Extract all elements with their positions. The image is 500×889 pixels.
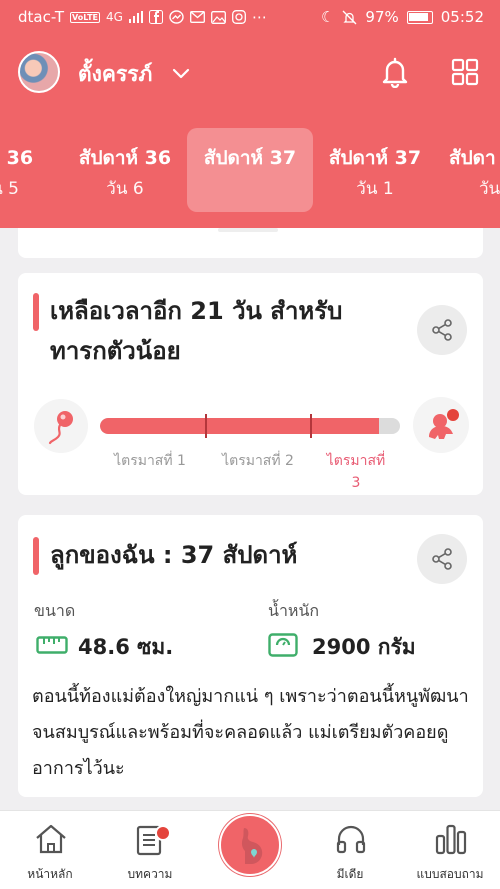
nav-articles[interactable]: บทความ <box>100 811 200 889</box>
countdown-title-line1: เหลือเวลาอีก 21 วัน สำหรับ <box>50 297 343 325</box>
weight-value: 2900 กรัม <box>312 635 416 659</box>
conception-icon <box>34 399 88 453</box>
chevron-down-icon[interactable] <box>170 62 192 84</box>
nav-media[interactable]: มีเดีย <box>300 811 400 889</box>
top-bar: ตั้งครรภ์ <box>0 44 500 100</box>
size-value: 48.6 ซม. <box>78 635 174 659</box>
grid-menu-icon[interactable] <box>451 58 479 86</box>
nav-home-label: หน้าหลัก <box>27 867 73 881</box>
ruler-icon <box>36 636 68 654</box>
nav-survey-label: แบบสอบถาม <box>416 867 484 881</box>
battery-percent: 97% <box>365 8 399 26</box>
volte-icon: VoLTE <box>70 11 100 23</box>
headphones-icon <box>336 825 366 854</box>
mail-icon <box>189 11 205 23</box>
trimester-3-label-number: 3 <box>351 475 361 491</box>
clock: 05:52 <box>440 8 484 26</box>
share-icon <box>432 319 452 341</box>
tab-week-36-day-6[interactable]: สัปดาห์ 36 วัน 6 <box>62 128 188 212</box>
bell-icon[interactable] <box>380 56 410 88</box>
nav-articles-label: บทความ <box>127 867 173 881</box>
pregnancy-progress-fill <box>100 418 379 434</box>
tab-week-36-day-5[interactable]: าห์ 36 น 5 <box>0 128 68 212</box>
instagram-icon <box>231 10 246 24</box>
baby-info-card: ลูกของฉัน : 37 สัปดาห์ ขนาด 48.6 ซม. น้ำ… <box>18 515 483 797</box>
size-label: ขนาด <box>34 601 76 620</box>
tab-week-37-current[interactable]: สัปดาห์ 37 <box>187 128 313 212</box>
pregnancy-center-button[interactable] <box>219 814 281 876</box>
tab-week-label: สัปดาห์ 36 <box>78 147 172 169</box>
tab-day-label: วัน 6 <box>106 179 144 199</box>
tab-week-label: าห์ 36 <box>0 147 34 169</box>
countdown-card: เหลือเวลาอีก 21 วัน สำหรับ ทารกตัวน้อย ไ… <box>18 273 483 495</box>
network-type: 4G <box>106 10 123 24</box>
baby-description: ตอนนี้ท้องแม่ต้องใหญ่มากแน่ ๆ เพราะว่าตอ… <box>32 686 469 779</box>
status-bar: dtac-T VoLTE 4G ⋯ ☾ 97% 05:52 <box>0 0 500 34</box>
app-header: dtac-T VoLTE 4G ⋯ ☾ 97% 05:52 ตั้งครรภ์ … <box>0 0 500 228</box>
trimester-divider <box>205 414 207 438</box>
week-tabs: าห์ 36 น 5 สัปดาห์ 36 วัน 6 สัปดาห์ 37 ส… <box>0 128 500 212</box>
avatar[interactable] <box>18 51 60 93</box>
home-icon <box>36 824 66 854</box>
tab-week-label: สัปดา <box>449 147 496 169</box>
baby-icon <box>413 397 469 453</box>
nav-home[interactable]: หน้าหลัก <box>0 811 100 889</box>
tab-week-label: สัปดาห์ 37 <box>328 147 422 169</box>
trimester-divider <box>310 414 312 438</box>
baby-week-title: ลูกของฉัน : 37 สัปดาห์ <box>50 541 298 569</box>
weight-label: น้ำหนัก <box>268 601 320 620</box>
previous-card-edge <box>18 228 483 258</box>
nav-media-label: มีเดีย <box>336 867 364 881</box>
share-button[interactable] <box>417 534 467 584</box>
title-accent <box>33 537 39 575</box>
carrier-name: dtac-T <box>18 8 65 26</box>
tab-week-37-day-2[interactable]: สัปดา วัน <box>437 128 500 212</box>
facebook-icon <box>148 10 163 24</box>
share-icon <box>432 548 452 570</box>
battery-icon <box>406 10 433 24</box>
article-notification-badge <box>155 825 171 841</box>
trimester-1-label: ไตรมาสที่ 1 <box>114 453 186 469</box>
moon-icon: ☾ <box>320 8 335 26</box>
mute-icon <box>342 10 357 24</box>
trimester-3-label-text: ไตรมาสที่ <box>326 453 386 469</box>
tab-week-37-day-1[interactable]: สัปดาห์ 37 วัน 1 <box>312 128 438 212</box>
weight-scale-icon <box>268 633 298 657</box>
share-button[interactable] <box>417 305 467 355</box>
gallery-icon <box>210 10 226 24</box>
pregnancy-progress-bar <box>100 418 400 434</box>
tab-day-label: น 5 <box>0 179 19 199</box>
signal-icon <box>128 11 143 23</box>
profile-name[interactable]: ตั้งครรภ์ <box>78 58 152 91</box>
bar-chart-icon <box>435 824 467 855</box>
countdown-title-line2: ทารกตัวน้อย <box>50 337 181 365</box>
tab-week-label: สัปดาห์ 37 <box>203 147 297 169</box>
nav-survey[interactable]: แบบสอบถาม <box>400 811 500 889</box>
pregnant-woman-icon <box>241 828 263 864</box>
more-notifications-icon: ⋯ <box>251 8 267 26</box>
tab-day-label: วัน 1 <box>356 179 394 199</box>
trimester-2-label: ไตรมาสที่ 2 <box>222 453 294 469</box>
tab-day-label: วัน <box>479 179 500 199</box>
title-accent <box>33 293 39 331</box>
trimester-3-label: ไตรมาสที่ 3 <box>312 450 400 494</box>
messenger-icon <box>169 9 184 24</box>
